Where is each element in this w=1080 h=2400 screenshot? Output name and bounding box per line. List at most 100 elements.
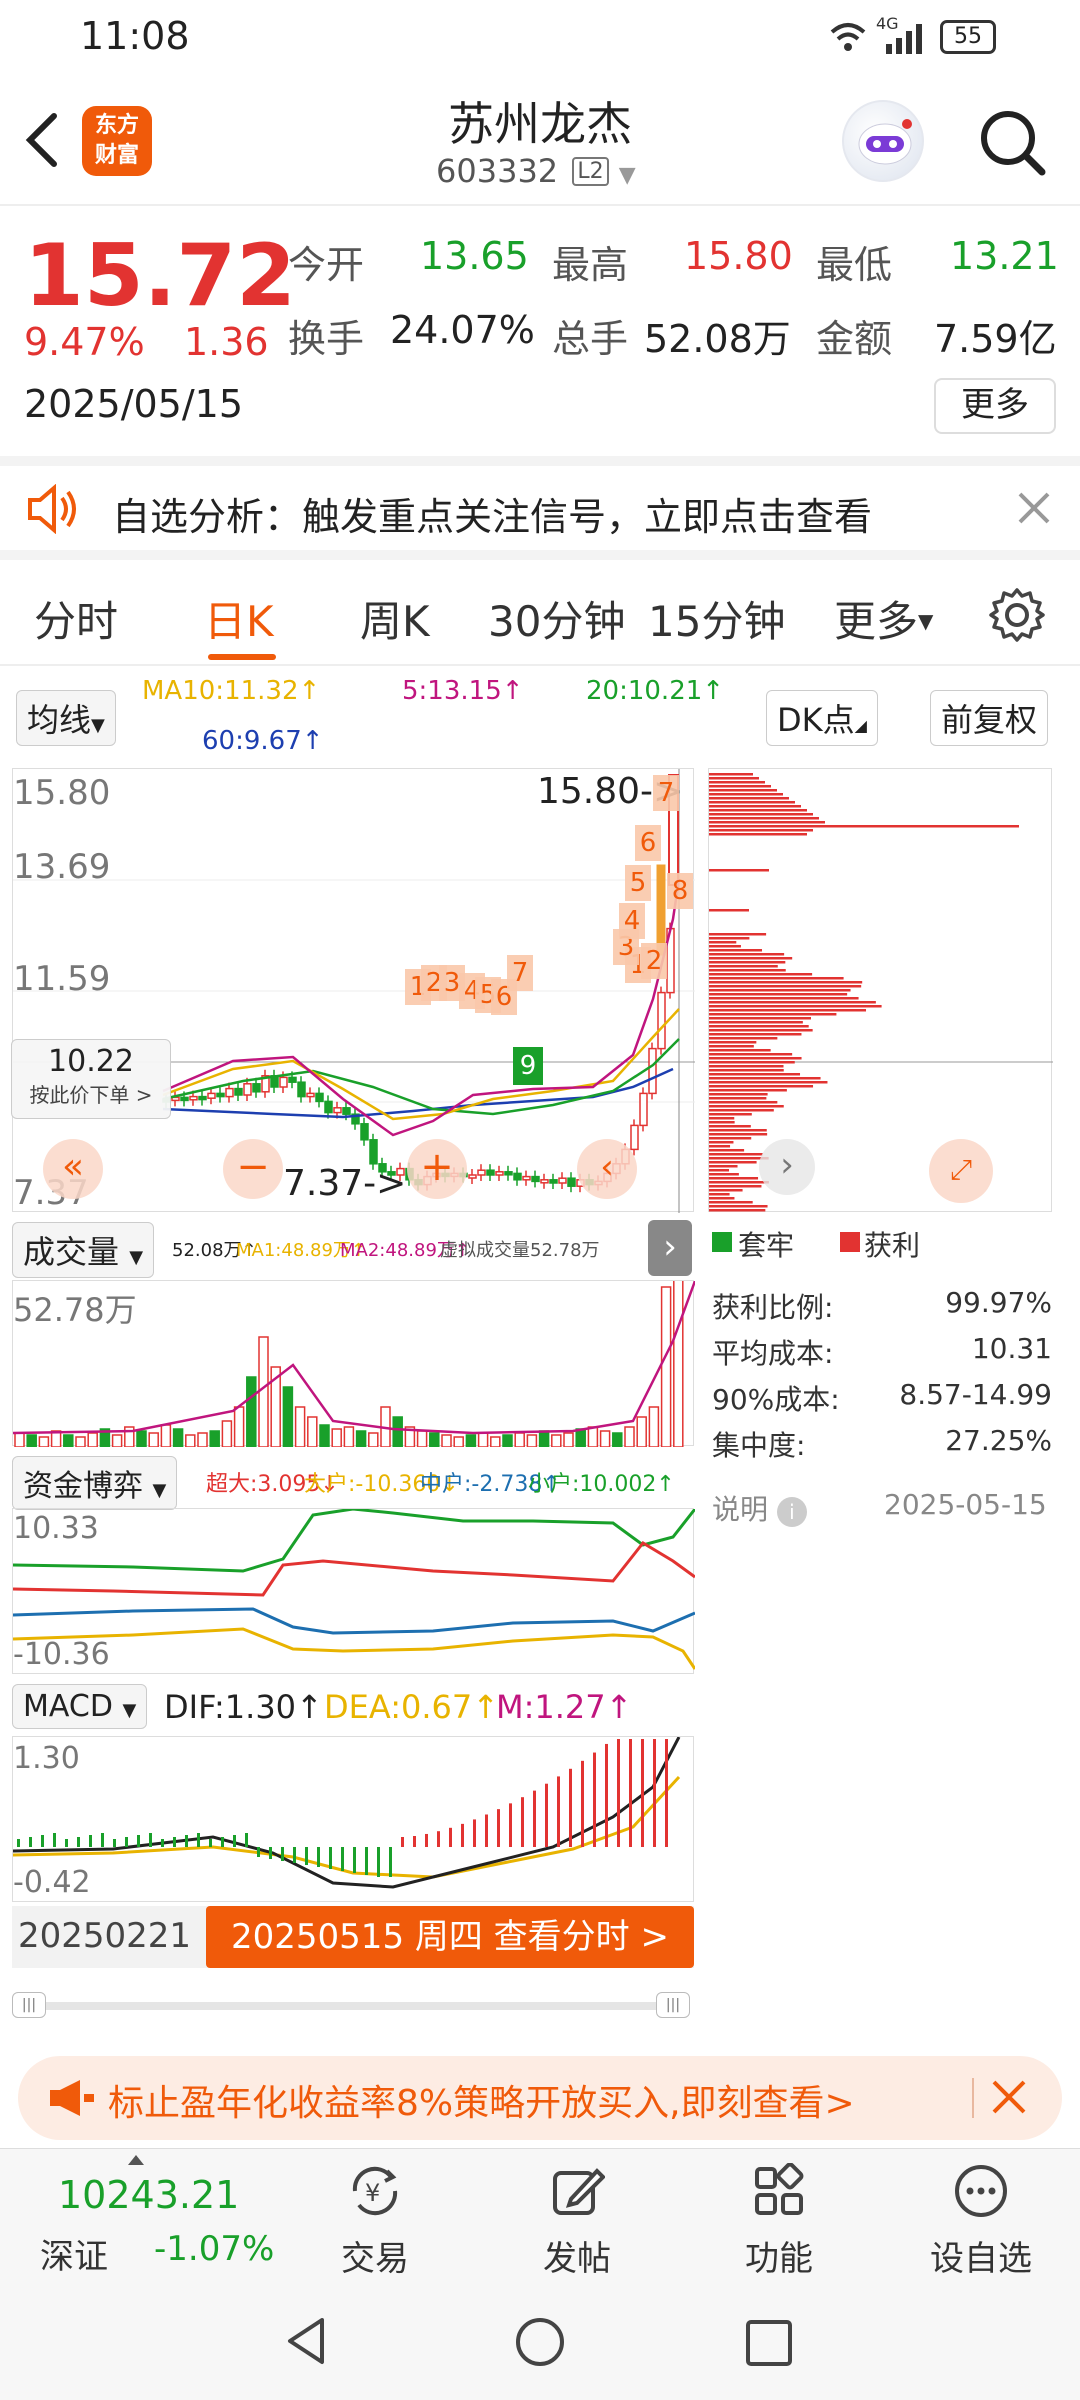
tab-15min[interactable]: 15分钟: [648, 588, 785, 649]
expand-icon[interactable]: ⤢: [929, 1139, 993, 1203]
dk-point-toggle[interactable]: DK点◢: [766, 690, 878, 746]
chip-bar: [709, 1089, 787, 1092]
money-flow-chart[interactable]: 10.33 -10.36: [12, 1507, 697, 1674]
signal-number-tag: 5: [625, 865, 651, 901]
macd-bar: [41, 1835, 44, 1847]
candle-body: [225, 1087, 234, 1098]
chip-bar: [709, 1129, 767, 1132]
small-line: [12, 1507, 697, 1573]
home-circle-icon[interactable]: [514, 2316, 566, 2368]
ma-selector[interactable]: 均线▼: [16, 690, 116, 746]
zoom-in-icon[interactable]: +: [407, 1139, 467, 1199]
macd-bar: [569, 1768, 572, 1847]
macd-bar: [53, 1833, 56, 1847]
volume-indicator-selector[interactable]: 成交量 ▼: [12, 1222, 155, 1278]
tab-more[interactable]: 更多▼: [834, 588, 933, 649]
candle-body: [639, 1092, 648, 1127]
chip-bar: [709, 1045, 754, 1048]
concentration-label: 集中度:: [712, 1429, 806, 1462]
tab-intraday[interactable]: 分时: [34, 588, 118, 649]
edit-post-icon: [553, 2168, 605, 2215]
legend-profit: 获利: [864, 1229, 921, 1262]
y-axis-top: 15.80: [13, 773, 111, 813]
legend-trapped: 套牢: [738, 1229, 795, 1262]
profit-ratio-label: 获利比例:: [712, 1291, 834, 1324]
scroll-right-icon[interactable]: ›: [759, 1139, 815, 1195]
macd-bar: [437, 1831, 440, 1847]
volume-bar: [63, 1434, 74, 1448]
volume-bar: [160, 1424, 172, 1448]
chip-bar: [709, 1193, 730, 1196]
date-bar: 20250221 20250515 周四 查看分时 >: [12, 1906, 694, 1968]
price-cursor-box[interactable]: 10.22 按此价下单 >: [11, 1039, 171, 1119]
volume-bar: [526, 1434, 538, 1448]
volume-bar: [307, 1416, 318, 1448]
macd-bar: [293, 1847, 296, 1863]
macd-selector[interactable]: MACD ▼: [12, 1684, 148, 1729]
search-icon[interactable]: [978, 108, 1048, 178]
chip-bar: [709, 1209, 766, 1212]
back-triangle-icon[interactable]: [282, 2316, 332, 2366]
candle-body: [657, 991, 666, 1050]
candle-body: [315, 1092, 324, 1103]
promo-ad-bar[interactable]: 标止盈年化收益率8%策略开放买入,即刻查看>: [18, 2056, 1062, 2140]
super-line: [12, 1541, 696, 1597]
chip-bar: [709, 1077, 821, 1080]
assistant-robot-icon[interactable]: [842, 100, 924, 182]
close-ad-icon[interactable]: [986, 2074, 1032, 2120]
chip-bar: [709, 1153, 763, 1156]
macd-bar: [245, 1833, 248, 1847]
slider-handle-left[interactable]: |||: [12, 1992, 46, 2018]
settings-gear-icon[interactable]: [988, 586, 1046, 644]
kline-chart[interactable]: 15.80 13.69 11.59 7.37 15.80-> 7.37-> 12…: [11, 768, 695, 1213]
expand-panel-icon[interactable]: ›: [648, 1220, 692, 1276]
chip-distribution-svg: [709, 773, 1053, 1212]
slider-handle-right[interactable]: |||: [656, 1992, 690, 2018]
signal-number-tag: 7: [653, 775, 679, 811]
profit-ratio-value: 99.97%: [945, 1286, 1052, 1319]
macd-bar: [533, 1790, 536, 1847]
tab-30min[interactable]: 30分钟: [488, 588, 625, 649]
signal-tag-green: 9: [513, 1047, 543, 1085]
candle-body: [549, 1179, 558, 1184]
chevron-down-icon[interactable]: ▼: [619, 163, 636, 188]
chip-bar: [709, 1133, 768, 1136]
chip-distribution-chart[interactable]: › ⤢: [708, 768, 1053, 1212]
chip-bar: [709, 997, 859, 1000]
ma20-line: [162, 1038, 680, 1116]
chip-bar: [709, 1113, 752, 1116]
open-value: 13.65: [420, 234, 529, 278]
signal-banner[interactable]: 自选分析：触发重点关注信号，立即点击查看: [0, 456, 1080, 560]
speaker-icon: [24, 483, 84, 535]
macd-chart[interactable]: 1.30 -0.42: [12, 1736, 694, 1902]
chip-bar: [709, 773, 753, 776]
volume-bar: [185, 1434, 196, 1448]
macd-bar: [617, 1739, 620, 1847]
tab-daily-k[interactable]: 日K: [204, 588, 274, 649]
chip-bar: [709, 1161, 757, 1164]
candle-body: [495, 1171, 504, 1176]
chip-bar: [709, 1085, 814, 1088]
range-slider[interactable]: ||| |||: [12, 1992, 694, 2018]
banner-text: 自选分析：触发重点关注信号，立即点击查看: [112, 495, 873, 539]
index-ticker[interactable]: 10243.21 深证 -1.07%: [0, 2149, 280, 2281]
volume-chart[interactable]: 52.78万: [12, 1276, 697, 1448]
view-intraday-button[interactable]: 20250515 周四 查看分时 >: [206, 1906, 694, 1968]
candle-body: [369, 1139, 378, 1165]
scroll-left-icon[interactable]: ‹: [577, 1139, 637, 1199]
money-flow-selector[interactable]: 资金博弈 ▼: [12, 1456, 178, 1510]
chip-bar: [709, 1041, 757, 1044]
macd-bar: [101, 1833, 104, 1847]
close-icon[interactable]: [1016, 490, 1052, 526]
tab-weekly-k[interactable]: 周K: [360, 588, 430, 649]
recents-square-icon[interactable]: [744, 2318, 794, 2368]
more-button[interactable]: 更多: [934, 378, 1056, 434]
stock-code-row: 603332 L2 ▼: [436, 152, 636, 192]
scroll-left-fast-icon[interactable]: «: [43, 1139, 103, 1199]
money-y-top: 10.33: [13, 1511, 99, 1546]
explain-link[interactable]: 说明 i: [712, 1488, 807, 1528]
zoom-out-icon[interactable]: −: [223, 1139, 283, 1199]
high-label: 最高: [552, 243, 629, 287]
adjust-mode-button[interactable]: 前复权: [930, 690, 1049, 746]
quote-date: 2025/05/15: [24, 382, 244, 426]
